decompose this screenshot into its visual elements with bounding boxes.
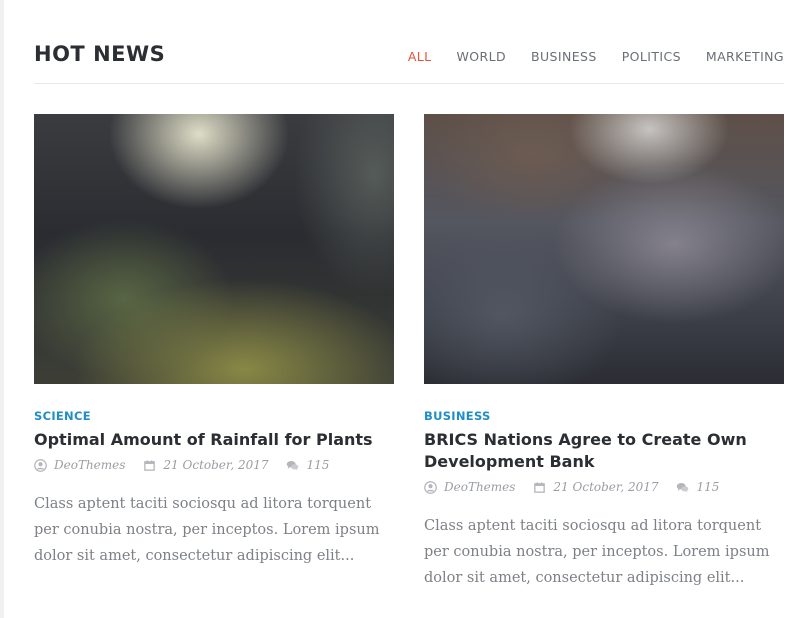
article-excerpt: Class aptent taciti sociosqu ad litora t… [34,496,380,564]
user-icon [424,480,437,494]
article-author[interactable]: DeoThemes [424,480,515,494]
article-excerpt: Class aptent taciti sociosqu ad litora t… [424,518,770,586]
article-meta: DeoThemes 21 October, 2017 115 [34,457,394,473]
category-filter-tabs: ALL WORLD BUSINESS POLITICS MARKETING [408,49,784,64]
article-cards: SCIENCE Optimal Amount of Rainfall for P… [34,114,784,591]
author-name: DeoThemes [54,458,126,472]
section-header: HOT NEWS ALL WORLD BUSINESS POLITICS MAR… [34,0,784,84]
article-author[interactable]: DeoThemes [34,458,125,472]
author-name: DeoThemes [444,480,516,494]
comments-icon [677,482,689,493]
filter-tab-all[interactable]: ALL [408,49,432,64]
article-category[interactable]: SCIENCE [34,409,394,423]
article-title[interactable]: BRICS Nations Agree to Create Own Develo… [424,429,784,473]
article-category[interactable]: BUSINESS [424,409,784,423]
comment-count: 115 [306,458,330,472]
article-thumbnail[interactable] [34,114,394,384]
article-card: BUSINESS BRICS Nations Agree to Create O… [424,114,784,591]
user-icon [34,458,47,472]
article-comments[interactable]: 115 [676,480,719,494]
article-date: 21 October, 2017 [143,458,268,472]
filter-tab-business[interactable]: BUSINESS [531,49,597,64]
section-title: HOT NEWS [34,42,166,66]
article-card: SCIENCE Optimal Amount of Rainfall for P… [34,114,394,591]
hot-news-section: HOT NEWS ALL WORLD BUSINESS POLITICS MAR… [34,0,784,586]
article-thumbnail[interactable] [424,114,784,384]
filter-tab-marketing[interactable]: MARKETING [706,49,784,64]
comments-icon [287,460,299,471]
date-text: 21 October, 2017 [163,458,269,472]
left-page-edge [0,0,4,618]
calendar-icon [534,481,546,493]
filter-tab-world[interactable]: WORLD [457,49,506,64]
article-date: 21 October, 2017 [533,480,658,494]
article-title[interactable]: Optimal Amount of Rainfall for Plants [34,429,394,451]
filter-tab-politics[interactable]: POLITICS [622,49,681,64]
comment-count: 115 [696,480,720,494]
date-text: 21 October, 2017 [553,480,659,494]
article-comments[interactable]: 115 [286,458,329,472]
article-meta: DeoThemes 21 October, 2017 115 [424,479,784,495]
calendar-icon [144,459,156,471]
